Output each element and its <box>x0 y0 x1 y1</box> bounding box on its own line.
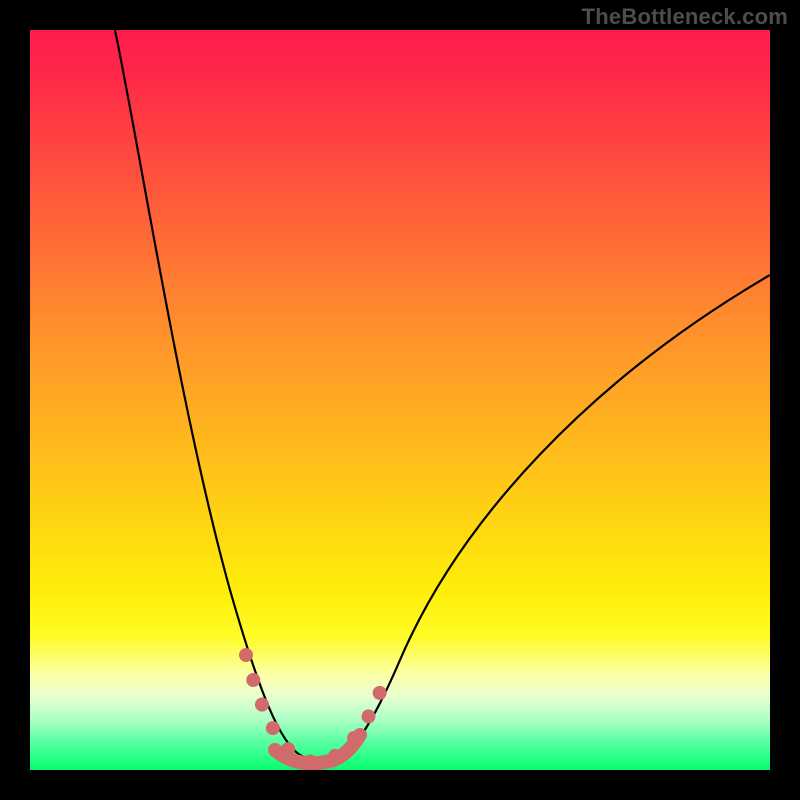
chart-frame: TheBottleneck.com <box>0 0 800 800</box>
bottleneck-curve <box>115 30 770 762</box>
curve-layer <box>30 30 770 770</box>
plot-area <box>30 30 770 770</box>
dotted-bottom-overlay <box>246 655 385 762</box>
watermark-text: TheBottleneck.com <box>582 4 788 30</box>
